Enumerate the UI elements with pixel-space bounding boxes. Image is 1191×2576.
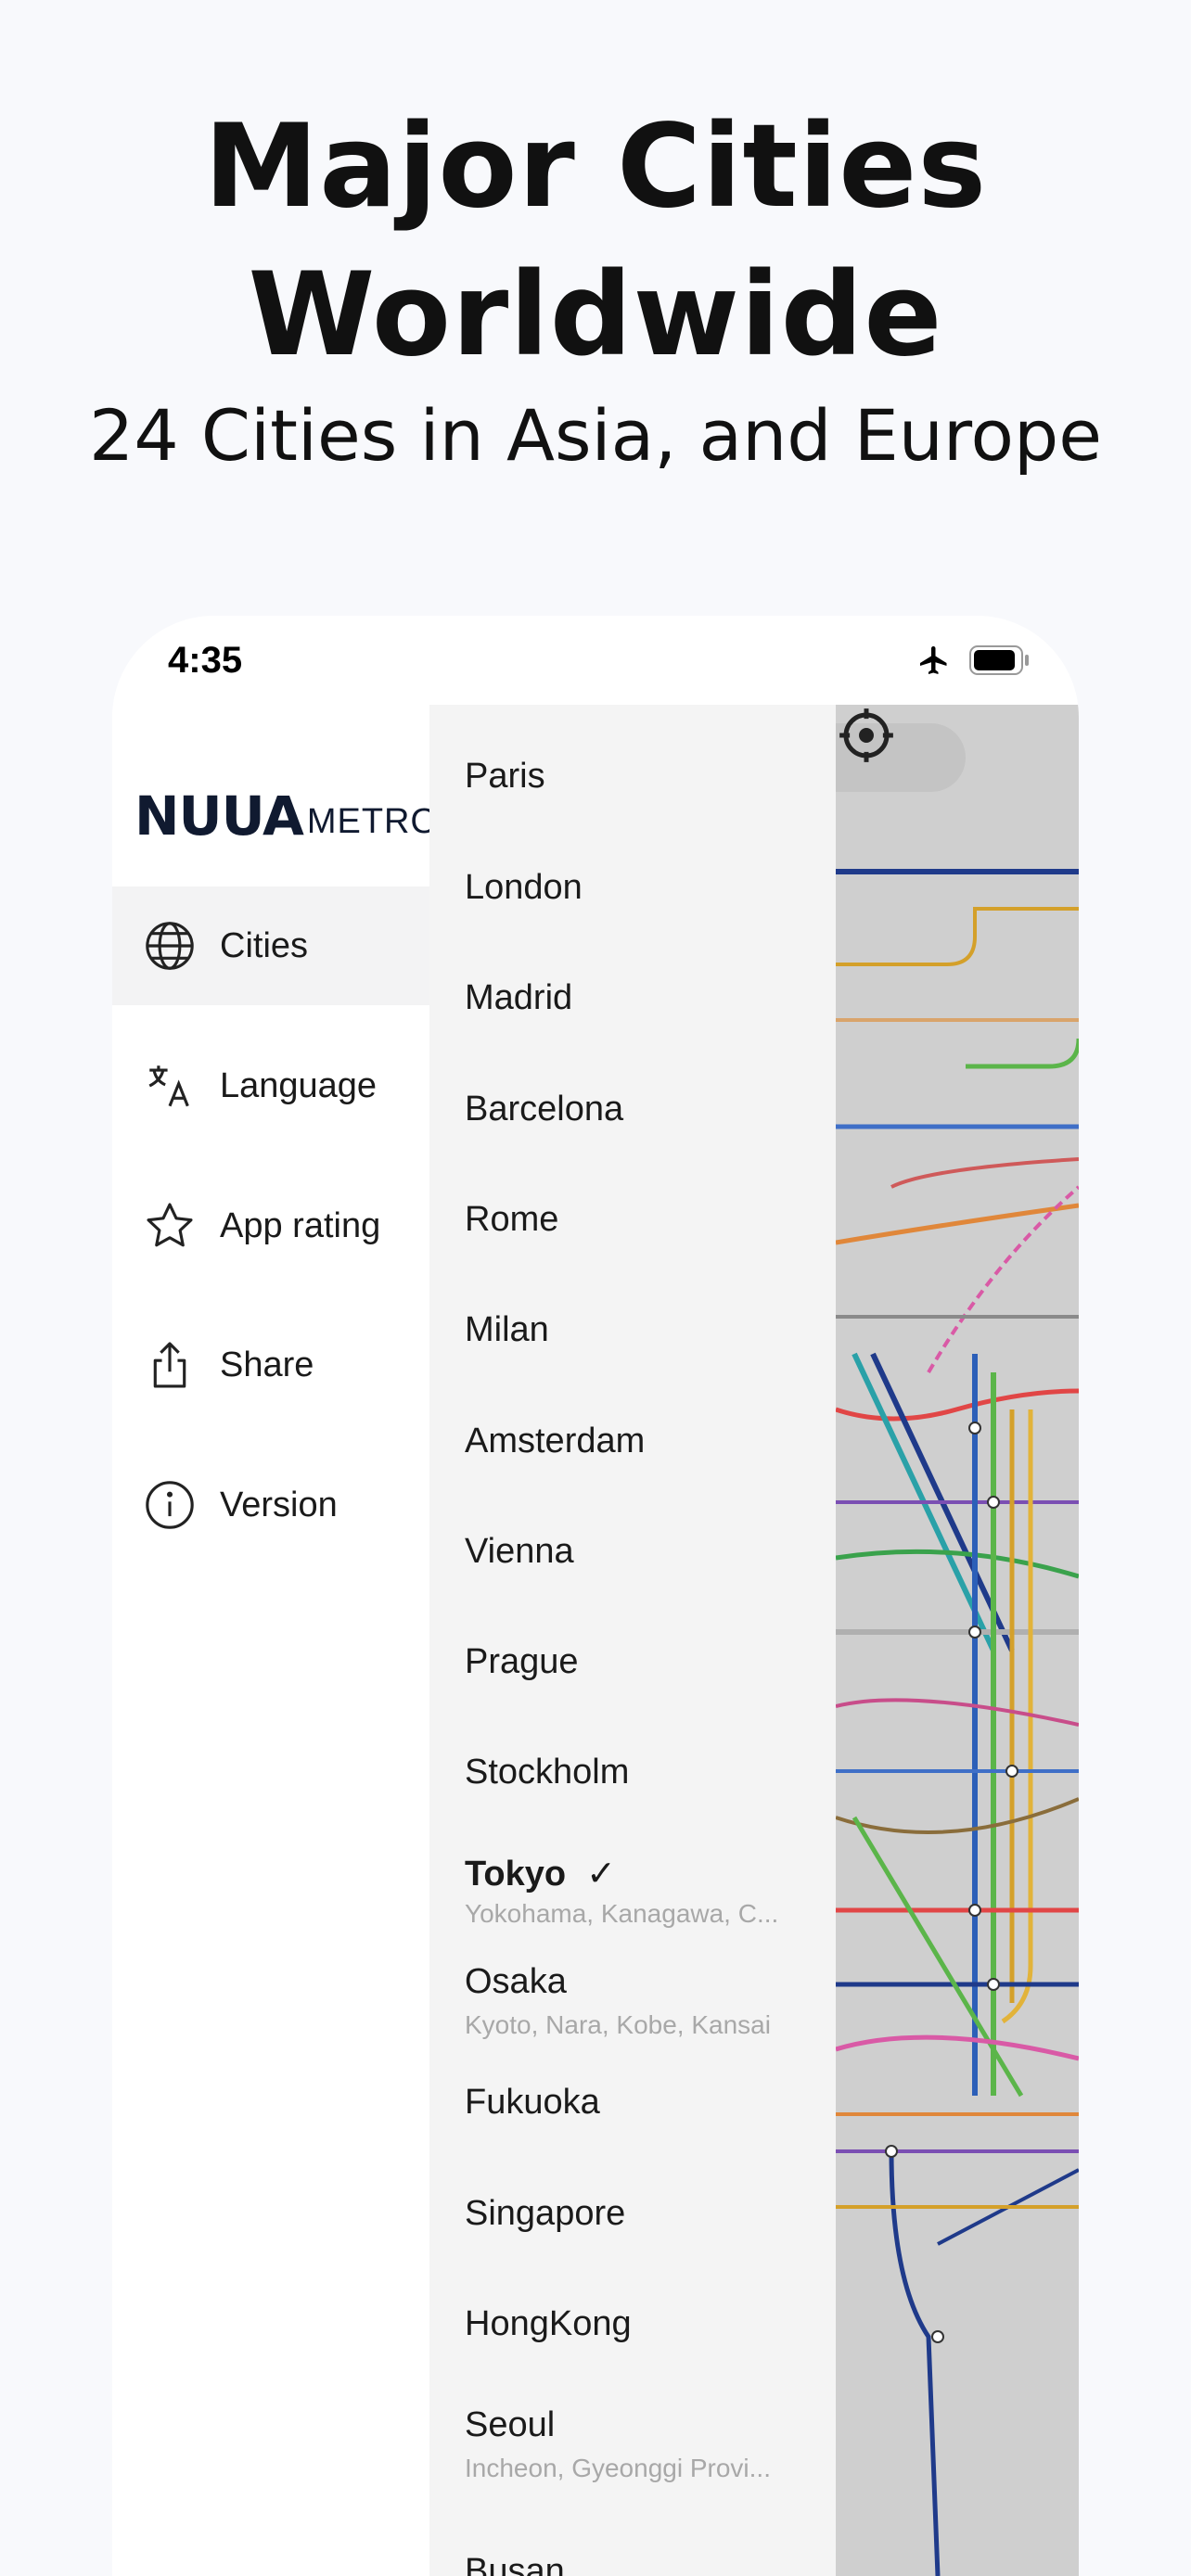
city-item-prague[interactable]: Prague bbox=[465, 1642, 579, 1682]
menu-item-cities[interactable]: Cities bbox=[112, 886, 429, 1005]
city-item-amsterdam[interactable]: Amsterdam bbox=[465, 1422, 645, 1461]
status-bar: 4:35 bbox=[112, 616, 1079, 705]
menu-label: App rating bbox=[220, 1205, 381, 1245]
translate-icon bbox=[142, 1058, 198, 1114]
city-subtitle: Yokohama, Kanagawa, C... bbox=[465, 1899, 779, 1928]
battery-icon bbox=[969, 645, 1029, 675]
checkmark-icon: ✓ bbox=[586, 1855, 616, 1894]
menu-item-language[interactable]: Language bbox=[112, 1027, 429, 1145]
city-item-osaka[interactable]: Osaka bbox=[465, 1962, 567, 2002]
city-item-vienna[interactable]: Vienna bbox=[465, 1532, 574, 1572]
city-item-stockholm[interactable]: Stockholm bbox=[465, 1753, 629, 1792]
metro-map[interactable] bbox=[836, 705, 1079, 2576]
menu-item-share[interactable]: Share bbox=[112, 1306, 429, 1424]
logo-main: NUUA bbox=[134, 784, 304, 848]
status-time: 4:35 bbox=[168, 640, 243, 681]
city-item-paris[interactable]: Paris bbox=[465, 757, 545, 797]
side-drawer: NUUA METRO Cities Language App rating Sh… bbox=[112, 705, 438, 2576]
metro-map-graphic bbox=[836, 869, 1079, 2576]
phone-frame: 4:35 NUUA METRO Cities Language App rati… bbox=[112, 616, 1079, 2576]
globe-icon bbox=[142, 918, 198, 974]
city-item-hongkong[interactable]: HongKong bbox=[465, 2304, 632, 2344]
city-item-rome[interactable]: Rome bbox=[465, 1200, 558, 1240]
headline: Major Cities Worldwide bbox=[0, 93, 1191, 389]
locate-icon[interactable] bbox=[836, 705, 897, 766]
city-item-singapore[interactable]: Singapore bbox=[465, 2194, 625, 2234]
menu-label: Cities bbox=[220, 925, 309, 965]
logo-sub: METRO bbox=[306, 802, 440, 841]
city-subtitle: Kyoto, Nara, Kobe, Kansai bbox=[465, 2010, 771, 2039]
city-list: Paris London Madrid Barcelona Rome Milan… bbox=[429, 705, 836, 2576]
menu-item-app-rating[interactable]: App rating bbox=[112, 1167, 429, 1285]
city-item-barcelona[interactable]: Barcelona bbox=[465, 1090, 623, 1129]
city-item-seoul[interactable]: Seoul bbox=[465, 2405, 555, 2445]
menu-item-version[interactable]: Version bbox=[112, 1446, 429, 1564]
airplane-mode-icon bbox=[920, 646, 947, 674]
city-item-tokyo[interactable]: Tokyo ✓ bbox=[465, 1853, 616, 1894]
info-icon bbox=[142, 1477, 198, 1533]
headline-line-2: Worldwide bbox=[248, 249, 943, 382]
share-icon bbox=[142, 1337, 198, 1393]
menu-label: Language bbox=[220, 1065, 378, 1105]
city-item-milan[interactable]: Milan bbox=[465, 1310, 549, 1350]
city-item-madrid[interactable]: Madrid bbox=[465, 978, 572, 1018]
city-name: Tokyo bbox=[465, 1855, 567, 1894]
subheadline: 24 Cities in Asia, and Europe bbox=[89, 394, 1102, 477]
app-logo: NUUA METRO bbox=[134, 784, 440, 848]
menu-label: Version bbox=[220, 1485, 338, 1524]
menu-label: Share bbox=[220, 1345, 314, 1384]
star-icon bbox=[142, 1198, 198, 1254]
city-subtitle: Incheon, Gyeonggi Provi... bbox=[465, 2454, 771, 2482]
city-item-busan[interactable]: Busan bbox=[465, 2552, 565, 2576]
city-item-london[interactable]: London bbox=[465, 868, 583, 908]
city-item-fukuoka[interactable]: Fukuoka bbox=[465, 2083, 600, 2123]
headline-line-1: Major Cities bbox=[203, 100, 988, 234]
